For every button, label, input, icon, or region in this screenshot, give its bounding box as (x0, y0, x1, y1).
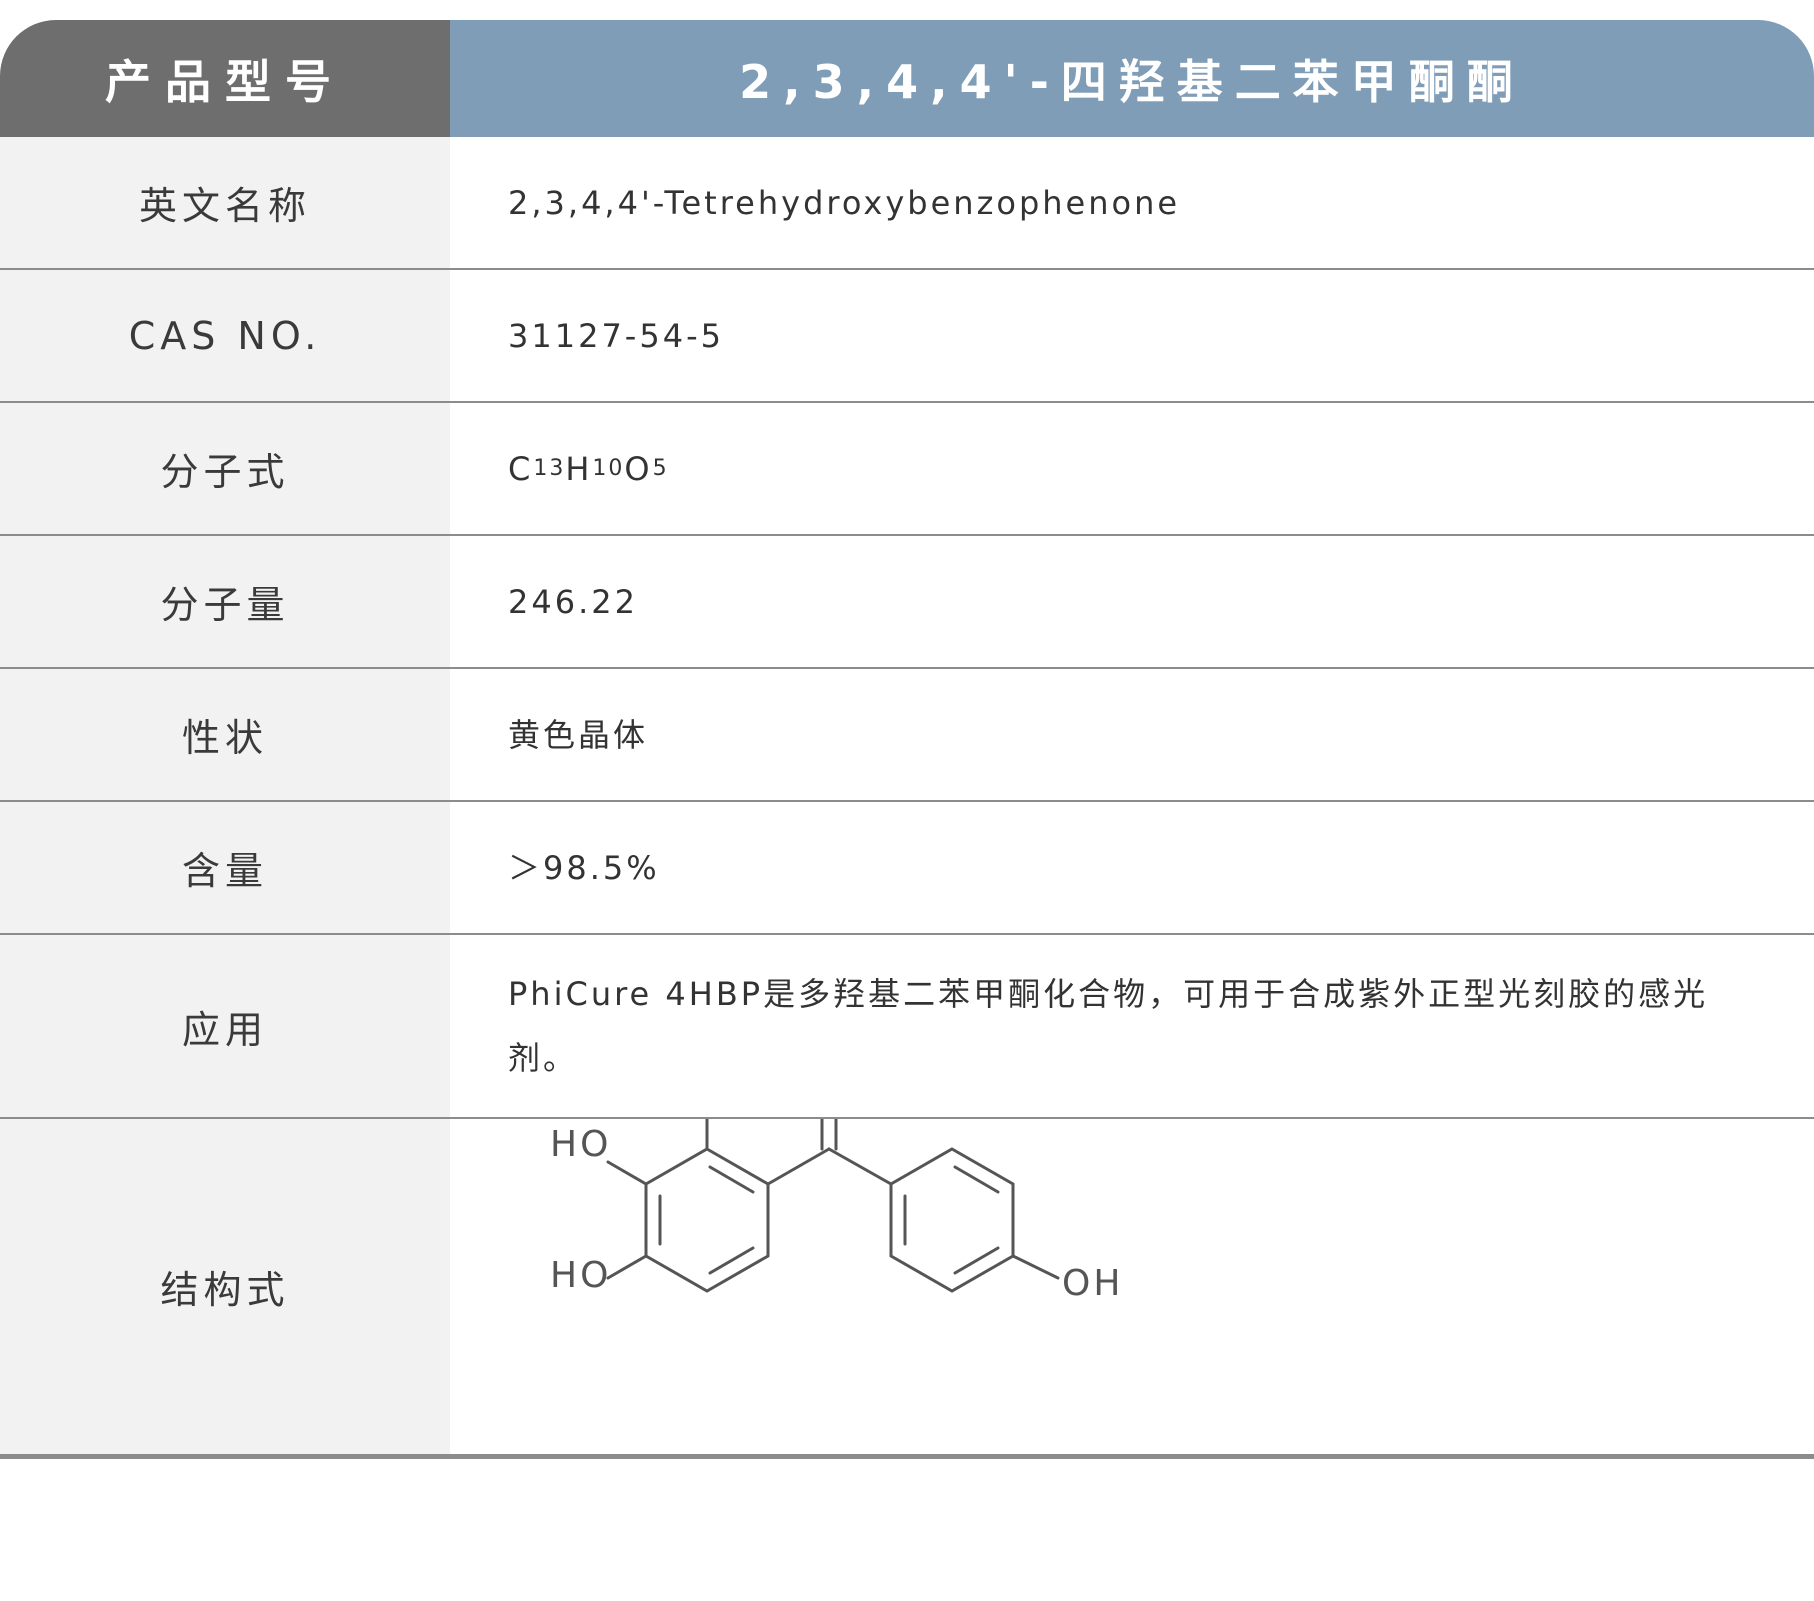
row-structure: 结构式 HO HO OH (0, 1119, 1814, 1459)
right-benzene-ring (889, 1147, 1015, 1293)
row-label: 分子式 (0, 403, 450, 534)
ho-upper-bond (606, 1160, 648, 1186)
row-label: 分子量 (0, 536, 450, 667)
product-spec-table: 产品型号 2,3,4,4'-四羟基二苯甲酮酮 英文名称 2,3,4,4'-Tet… (0, 20, 1814, 1459)
row-english-name: 英文名称 2,3,4,4'-Tetrehydroxybenzophenone (0, 137, 1814, 270)
molecular-formula: C 13 H 10 O 5 (450, 403, 1814, 534)
atom-label-ho-lower: HO (550, 1255, 611, 1296)
formula-h-count: 10 (592, 455, 625, 481)
row-label: 性状 (0, 669, 450, 800)
row-molecular-formula: 分子式 C 13 H 10 O 5 (0, 403, 1814, 536)
left-benzene-ring (644, 1147, 770, 1293)
row-application: 应用 PhiCure 4HBP是多羟基二苯甲酮化合物，可用于合成紫外正型光刻胶的… (0, 935, 1814, 1119)
row-cas-no: CAS NO. 31127-54-5 (0, 270, 1814, 403)
row-label: CAS NO. (0, 270, 450, 401)
table-header: 产品型号 2,3,4,4'-四羟基二苯甲酮酮 (0, 20, 1814, 137)
row-label: 应用 (0, 935, 450, 1117)
row-label: 结构式 (0, 1119, 450, 1454)
molecule-bonds (606, 1119, 1060, 1293)
row-value: 2,3,4,4'-Tetrehydroxybenzophenone (508, 183, 1181, 222)
oh-right-bond (1011, 1254, 1060, 1280)
formula-c-count: 13 (533, 455, 566, 481)
formula-o: O (624, 449, 653, 488)
row-appearance: 性状 黄色晶体 (0, 669, 1814, 802)
header-label: 产品型号 (0, 20, 450, 137)
structural-formula-diagram: OH O HO HO OH (550, 1119, 1123, 1304)
row-value: 31127-54-5 (508, 316, 724, 355)
row-value: 黄色晶体 (508, 715, 649, 754)
atom-label-oh-right: OH (1062, 1263, 1123, 1304)
formula-c: C (508, 449, 534, 488)
row-content: 含量 ＞98.5% (0, 802, 1814, 935)
row-value: 246.22 (508, 582, 638, 621)
row-molecular-weight: 分子量 246.22 (0, 536, 1814, 669)
carbonyl-left-bond (766, 1147, 831, 1186)
row-label: 英文名称 (0, 137, 450, 268)
product-model-name: 2,3,4,4'-四羟基二苯甲酮酮 (450, 20, 1814, 137)
carbonyl-right-bond (827, 1147, 893, 1186)
structure-cell: OH O HO HO OH (450, 1119, 1814, 1454)
row-value: PhiCure 4HBP是多羟基二苯甲酮化合物，可用于合成紫外正型光刻胶的感光剂… (508, 975, 1709, 1077)
formula-h: H (565, 449, 593, 488)
row-value: ＞98.5% (508, 848, 660, 887)
formula-o-count: 5 (652, 455, 669, 481)
row-label: 含量 (0, 802, 450, 933)
ho-lower-bond (606, 1254, 648, 1280)
atom-label-ho-upper: HO (550, 1124, 611, 1165)
